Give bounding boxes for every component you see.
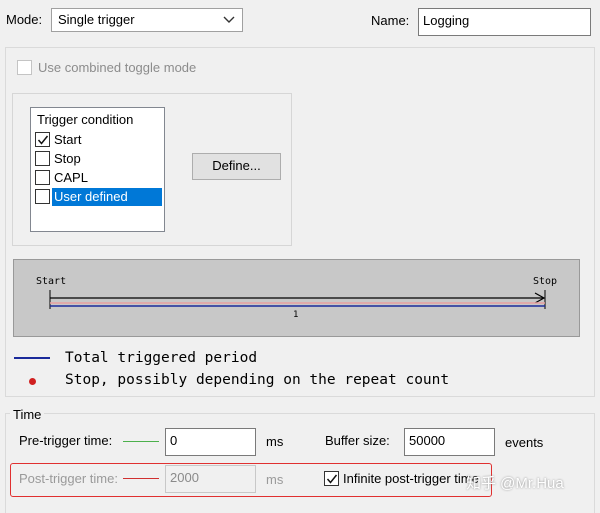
mode-select-value: Single trigger [58, 12, 135, 27]
pre-trigger-value: 0 [170, 433, 178, 448]
diagram-segment-label: 1 [293, 310, 299, 320]
name-field-value: Logging [423, 13, 470, 28]
post-trigger-unit: ms [266, 472, 284, 487]
start-checkbox[interactable] [35, 132, 50, 147]
combined-toggle-checkbox[interactable] [17, 60, 32, 75]
trigger-item-user-defined[interactable]: User defined [35, 187, 162, 206]
buffer-size-label: Buffer size: [325, 433, 390, 448]
legend-text: Stop, possibly depending on the repeat c… [65, 372, 450, 388]
name-field[interactable]: Logging [418, 8, 591, 36]
stop-checkbox[interactable] [35, 151, 50, 166]
pre-trigger-field[interactable]: 0 [165, 428, 256, 456]
red-line-icon [123, 478, 159, 479]
mode-select[interactable]: Single trigger [51, 8, 243, 32]
trigger-item-capl[interactable]: CAPL [35, 168, 88, 187]
buffer-size-value: 50000 [409, 433, 446, 448]
trigger-item-label: Stop [54, 151, 81, 166]
legend-item-total-period: Total triggered period [14, 350, 257, 366]
checkmark-icon [326, 474, 338, 484]
checkmark-icon [37, 135, 49, 145]
chevron-down-icon [223, 16, 235, 23]
green-line-icon [123, 441, 159, 442]
user-defined-checkbox[interactable] [35, 189, 50, 204]
timeline-bars [49, 290, 546, 309]
timeline-diagram: Start Stop 1 [13, 259, 580, 337]
blue-line-icon [14, 357, 50, 359]
watermark-text: 知乎 @Mr.Hua [466, 475, 564, 492]
infinite-post-trigger-label: Infinite post-trigger time [343, 471, 479, 486]
capl-checkbox[interactable] [35, 170, 50, 185]
post-trigger-value: 2000 [170, 470, 199, 485]
combined-toggle-label: Use combined toggle mode [38, 60, 197, 75]
combined-toggle-option[interactable]: Use combined toggle mode [17, 60, 196, 75]
red-dot-icon [14, 373, 50, 388]
trigger-item-label: User defined [52, 187, 162, 206]
pre-trigger-label: Pre-trigger time: [19, 433, 113, 448]
define-button[interactable]: Define... [192, 153, 281, 180]
buffer-size-field[interactable]: 50000 [404, 428, 495, 456]
trigger-item-label: Start [54, 132, 82, 147]
mode-label: Mode: [6, 12, 43, 27]
legend-text: Total triggered period [65, 350, 258, 366]
trigger-item-stop[interactable]: Stop [35, 149, 81, 168]
trigger-item-label: CAPL [54, 170, 88, 185]
trigger-condition-title: Trigger condition [37, 112, 134, 127]
infinite-post-trigger-checkbox[interactable] [324, 471, 339, 486]
post-trigger-field[interactable]: 2000 [165, 465, 256, 493]
trigger-item-start[interactable]: Start [35, 130, 81, 149]
trigger-condition-list: Trigger condition Start Stop CAPL User d… [30, 107, 165, 232]
infinite-post-trigger-option[interactable]: Infinite post-trigger time [324, 471, 479, 486]
buffer-size-unit: events [505, 435, 544, 450]
post-trigger-label: Post-trigger time: [19, 471, 118, 486]
pre-trigger-unit: ms [266, 434, 284, 449]
time-group-title: Time [10, 407, 45, 422]
name-label: Name: [371, 13, 410, 28]
legend-item-stop: Stop, possibly depending on the repeat c… [14, 372, 449, 388]
